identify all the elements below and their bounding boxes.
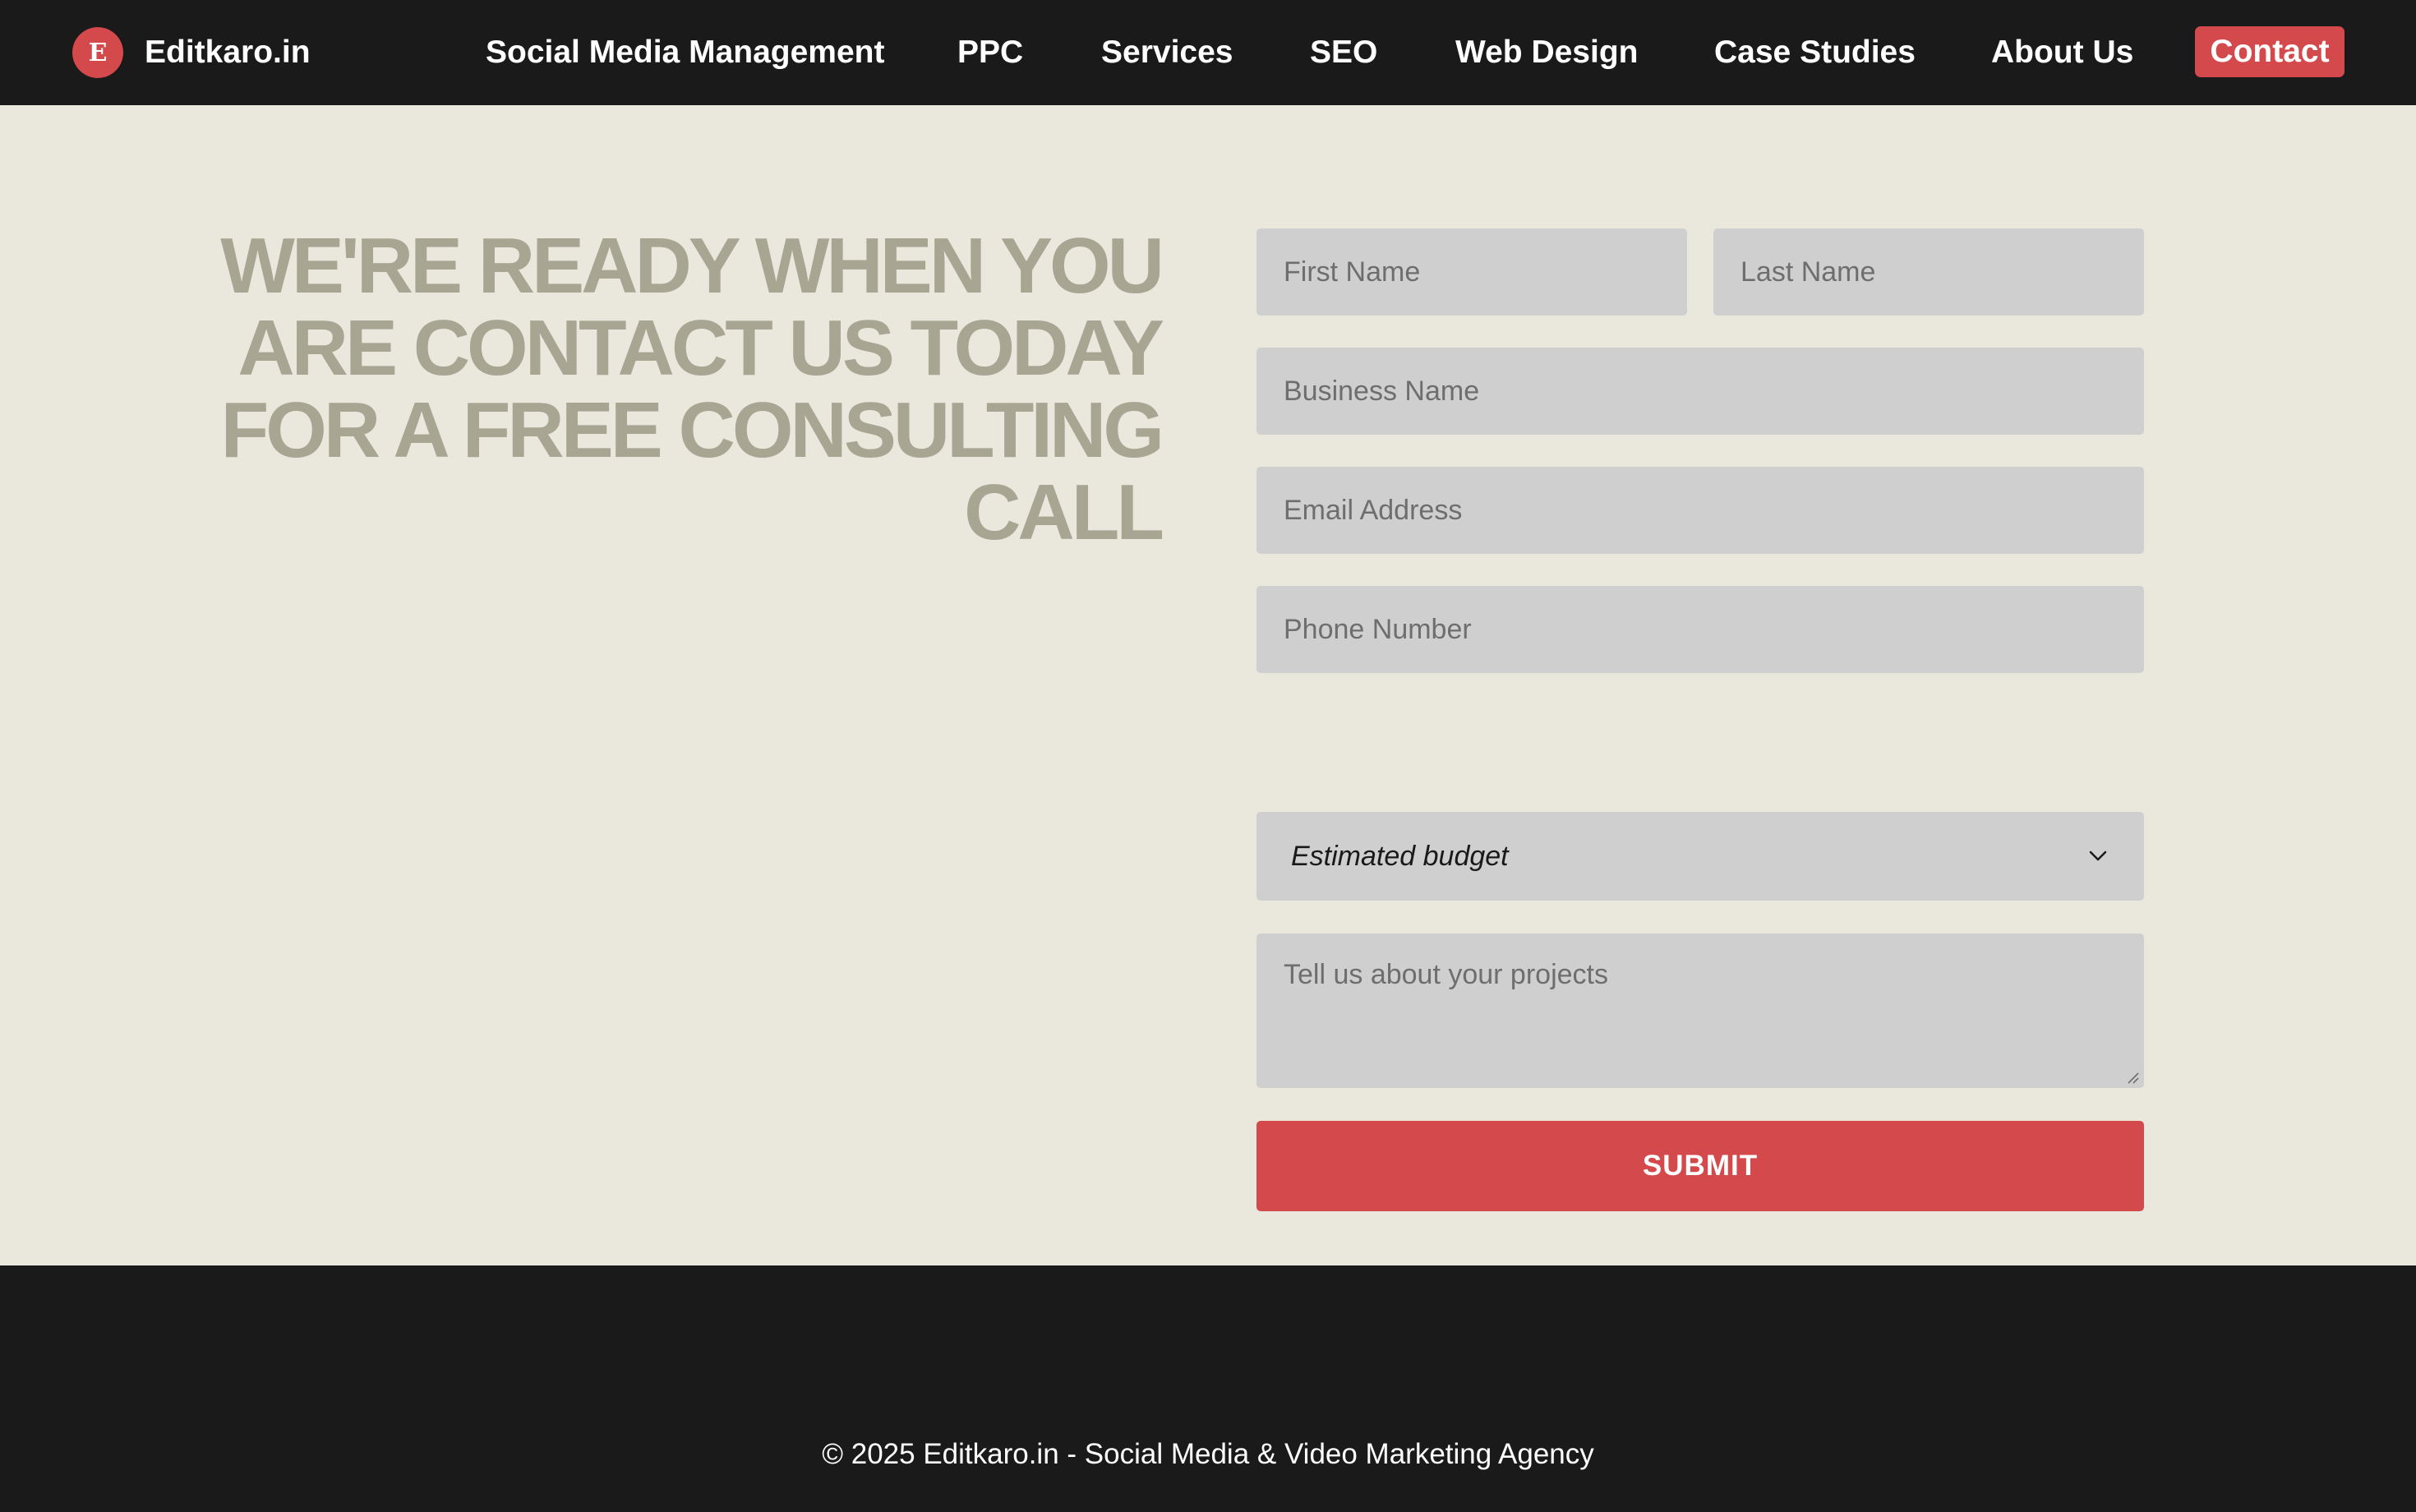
nav-ppc[interactable]: PPC <box>957 31 1023 74</box>
resize-handle-icon[interactable] <box>2125 1070 2140 1085</box>
site-footer: © 2025 Editkaro.in - Social Media & Vide… <box>0 1265 2416 1512</box>
brand-logo: E <box>72 27 123 78</box>
budget-select-value: Estimated budget <box>1291 840 1509 872</box>
nav-seo[interactable]: SEO <box>1310 31 1377 74</box>
top-navbar: E Editkaro.in Social Media Management PP… <box>0 0 2416 105</box>
contact-headline: WE'RE READY WHEN YOU ARE CONTACT US TODA… <box>220 222 1164 556</box>
nav-services[interactable]: Services <box>1101 31 1233 74</box>
nav-social-media-management[interactable]: Social Media Management <box>486 31 884 74</box>
business-name-input[interactable] <box>1256 348 2144 435</box>
brand-name: Editkaro.in <box>145 35 311 70</box>
email-input[interactable] <box>1256 467 2144 554</box>
nav-case-studies[interactable]: Case Studies <box>1714 31 1916 74</box>
contact-section: WE'RE READY WHEN YOU ARE CONTACT US TODA… <box>0 105 2416 1265</box>
phone-input[interactable] <box>1256 586 2144 673</box>
last-name-input[interactable] <box>1713 228 2144 316</box>
first-name-input[interactable] <box>1256 228 1687 316</box>
budget-select[interactable]: Estimated budget <box>1256 812 2144 901</box>
nav-web-design[interactable]: Web Design <box>1455 31 1638 74</box>
submit-button[interactable]: SUBMIT <box>1256 1121 2144 1211</box>
projects-textarea[interactable] <box>1256 933 2144 1088</box>
chevron-down-icon <box>2086 845 2109 868</box>
brand-link[interactable]: E Editkaro.in <box>72 27 311 78</box>
nav-contact-button[interactable]: Contact <box>2195 26 2345 77</box>
nav-about-us[interactable]: About Us <box>1991 31 2133 74</box>
footer-copyright: © 2025 Editkaro.in - Social Media & Vide… <box>822 1438 1594 1470</box>
